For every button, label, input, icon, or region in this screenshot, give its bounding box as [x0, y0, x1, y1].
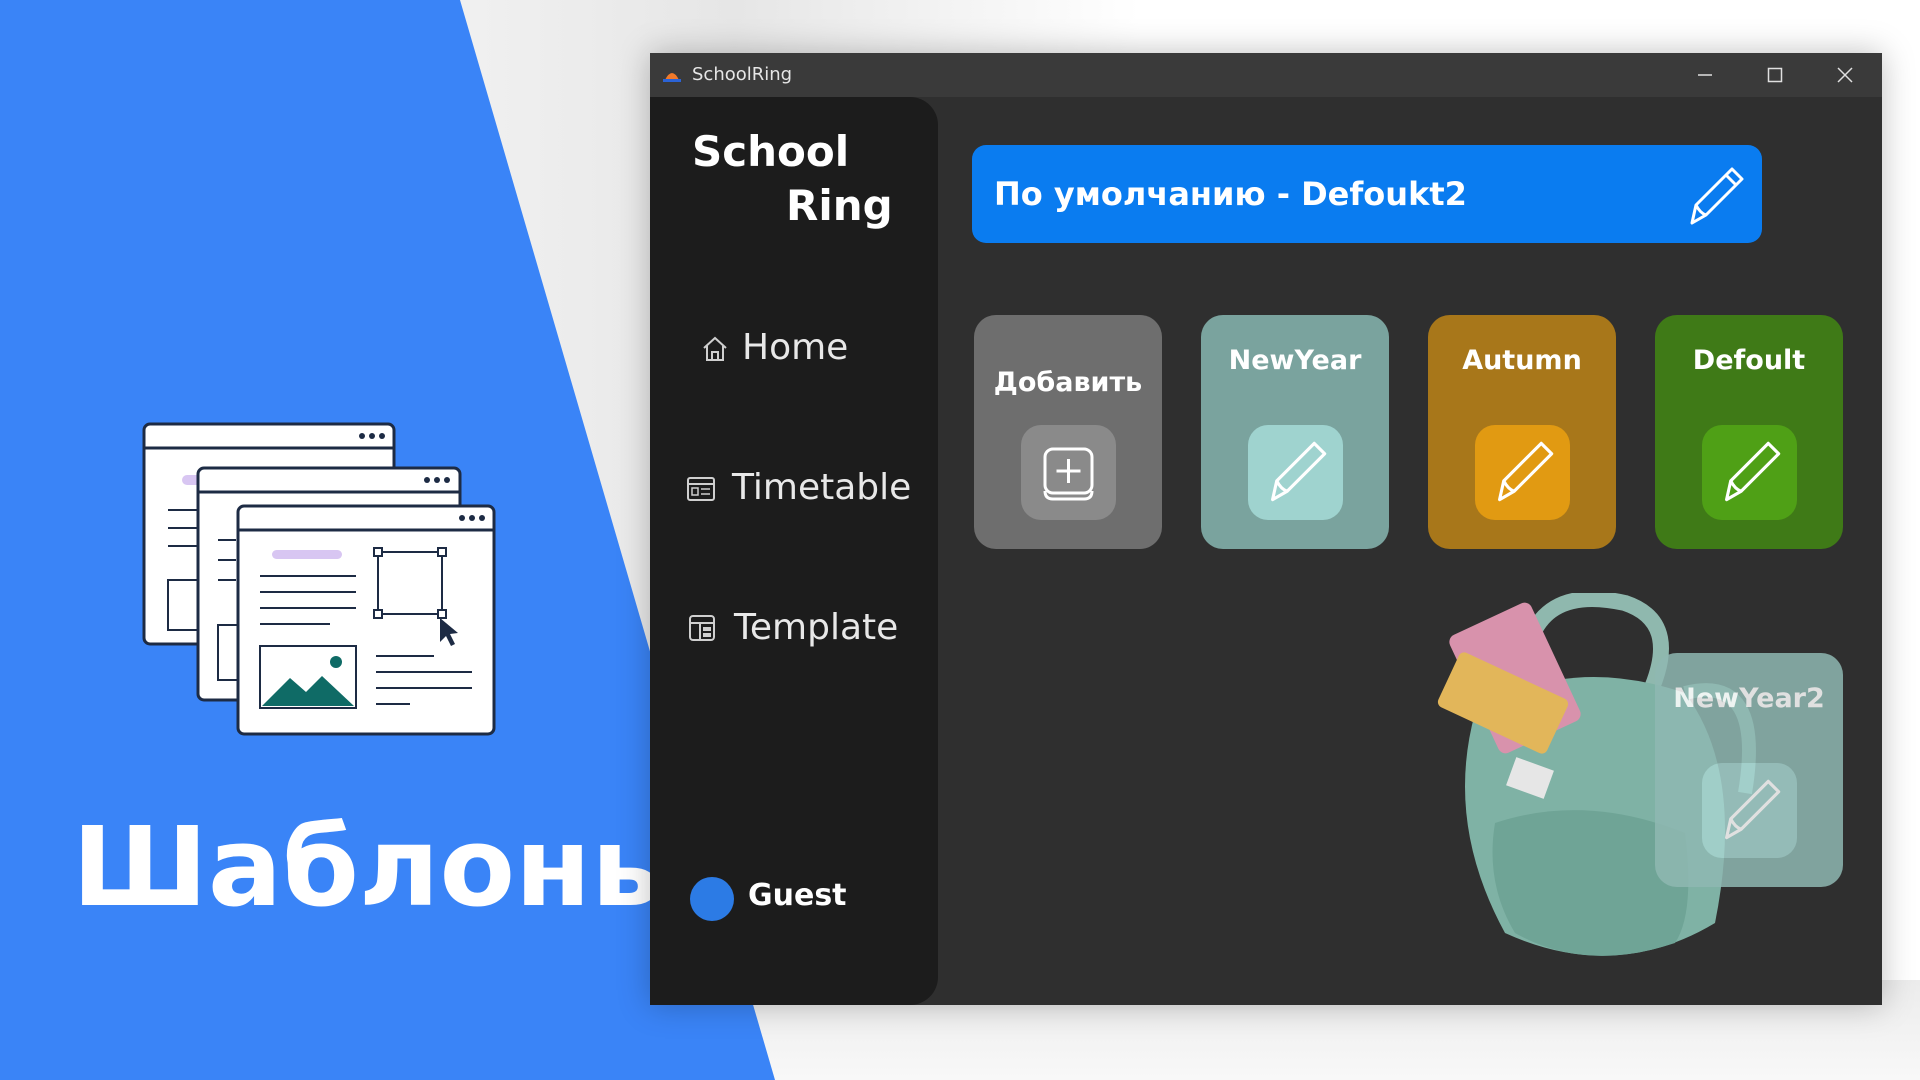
- pencil-icon: [1271, 441, 1327, 502]
- edit-template-button[interactable]: [1702, 425, 1797, 520]
- pencil-icon[interactable]: [1678, 161, 1750, 233]
- logo-line-1: School: [692, 127, 850, 176]
- schoolring-app-icon: [663, 73, 681, 82]
- minimize-button[interactable]: [1670, 53, 1740, 97]
- card-title: NewYear: [1228, 345, 1362, 376]
- card-title: Defoult: [1692, 345, 1806, 376]
- calendar-icon: [687, 477, 715, 501]
- app-window: SchoolRing School Ring Home Timetable Te…: [650, 53, 1882, 1005]
- close-button[interactable]: [1810, 53, 1880, 97]
- current-template-banner[interactable]: По умолчанию - Defoukt2: [972, 145, 1762, 243]
- edit-template-button[interactable]: [1702, 763, 1797, 858]
- close-icon: [1837, 67, 1853, 83]
- pencil-icon: [1725, 441, 1781, 502]
- add-template-card[interactable]: Добавить: [974, 315, 1162, 549]
- edit-template-button[interactable]: [1475, 425, 1570, 520]
- edit-template-button[interactable]: [1248, 425, 1343, 520]
- minimize-icon: [1698, 74, 1712, 76]
- title-bar[interactable]: SchoolRing: [650, 53, 1882, 97]
- template-card-newyear2[interactable]: NewYear2: [1655, 653, 1843, 887]
- sidebar-item-label: Template: [734, 607, 899, 648]
- template-windows-illustration: [142, 422, 496, 736]
- sidebar-item-label: Timetable: [732, 467, 912, 508]
- maximize-icon: [1767, 67, 1783, 83]
- sidebar: School Ring Home Timetable Template Gues…: [650, 97, 938, 1005]
- sidebar-item-timetable[interactable]: Timetable: [686, 457, 926, 517]
- user-name: Guest: [748, 878, 847, 913]
- poster-title: Шаблоны: [72, 803, 691, 931]
- card-title: NewYear2: [1673, 683, 1825, 714]
- logo-line-2: Ring: [786, 181, 893, 230]
- home-icon: [703, 336, 727, 361]
- card-title: Добавить: [993, 367, 1143, 398]
- add-template-button[interactable]: [1021, 425, 1116, 520]
- pencil-icon: [1725, 779, 1781, 840]
- sidebar-item-template[interactable]: Template: [686, 597, 926, 657]
- pencil-icon: [1498, 441, 1554, 502]
- avatar[interactable]: [690, 877, 734, 921]
- template-icon: [689, 615, 715, 641]
- sidebar-item-label: Home: [742, 327, 849, 368]
- sidebar-item-home[interactable]: Home: [686, 317, 926, 377]
- template-card-autumn[interactable]: Autumn: [1428, 315, 1616, 549]
- plus-icon: [1043, 447, 1094, 501]
- maximize-button[interactable]: [1740, 53, 1810, 97]
- card-title: Autumn: [1462, 345, 1582, 376]
- current-template-label: По умолчанию - Defoukt2: [994, 175, 1467, 213]
- template-card-newyear[interactable]: NewYear: [1201, 315, 1389, 549]
- window-title: SchoolRing: [692, 64, 793, 85]
- template-card-defoult[interactable]: Defoult: [1655, 315, 1843, 549]
